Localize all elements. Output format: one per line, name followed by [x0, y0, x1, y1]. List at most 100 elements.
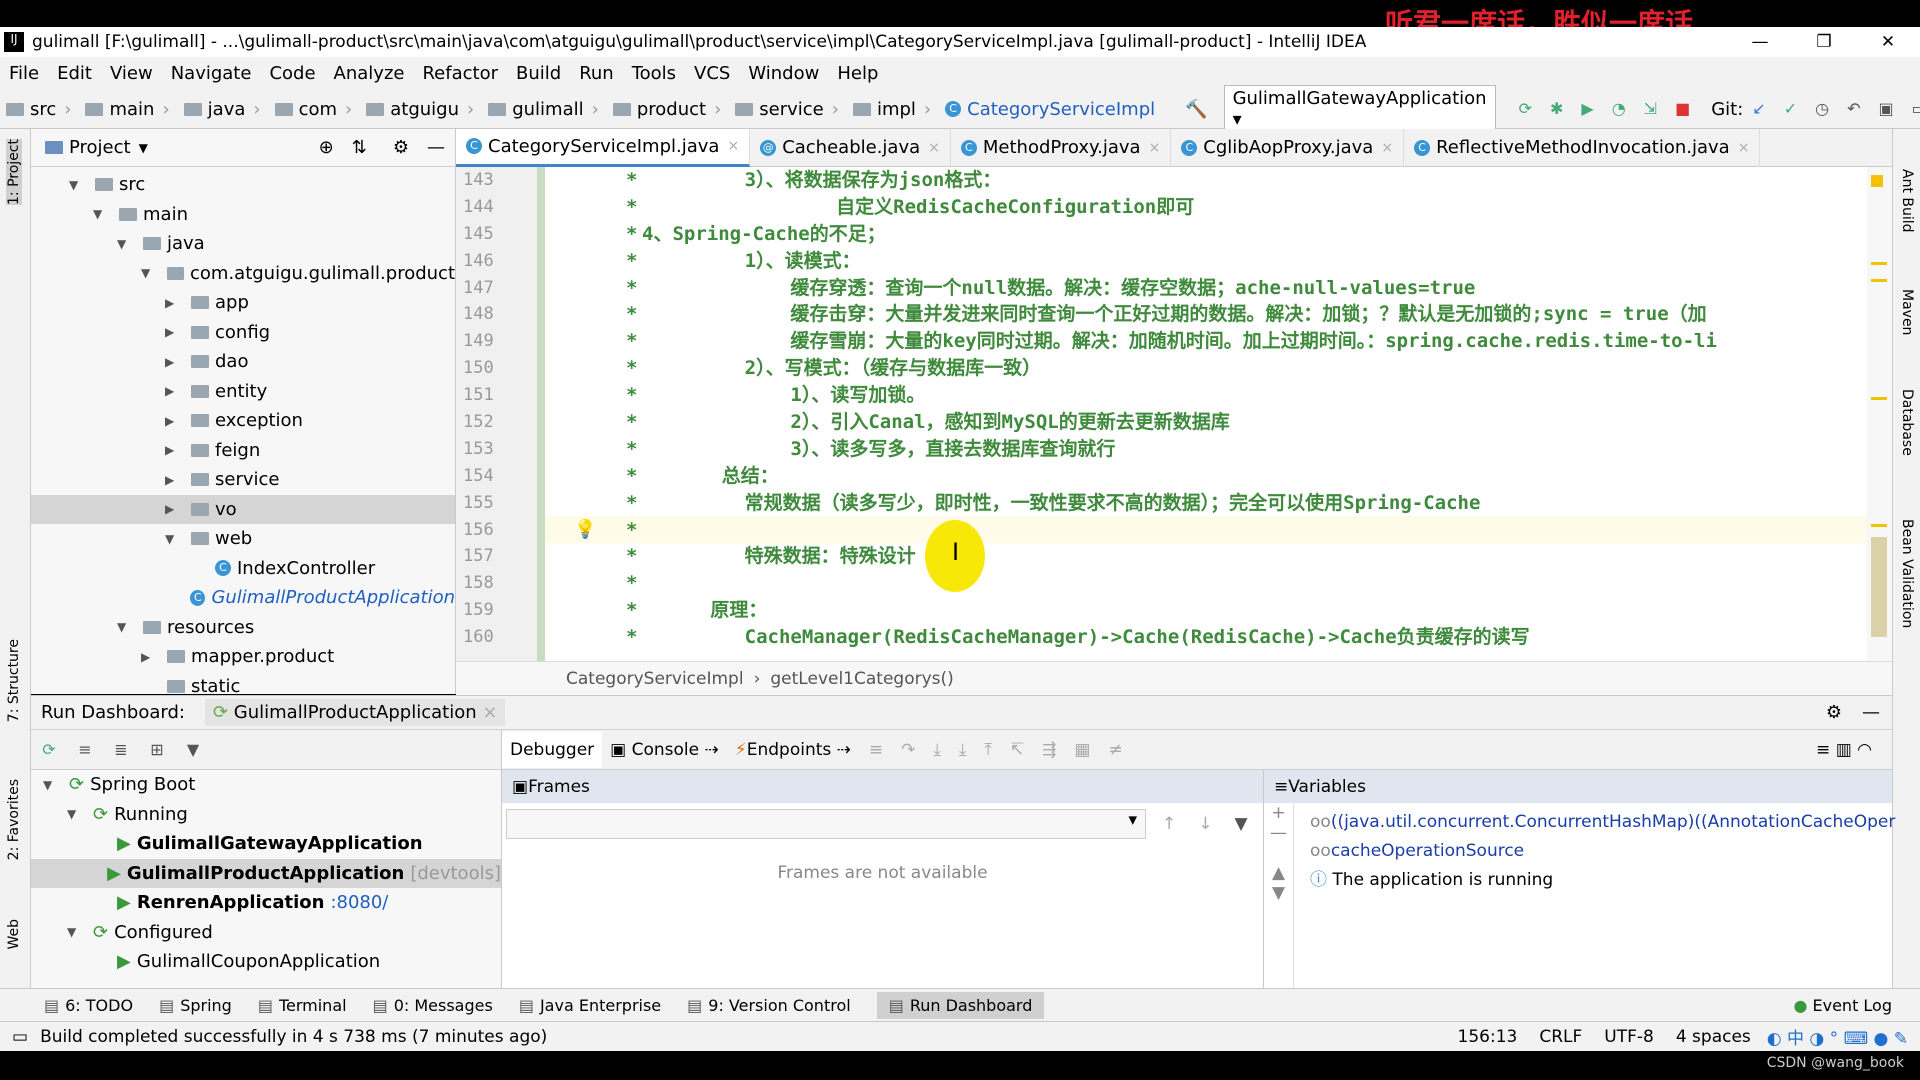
- editor-tab[interactable]: @ Cacheable.java ×: [750, 128, 951, 167]
- tool-favorites[interactable]: 2: Favorites: [6, 779, 22, 860]
- attach-icon[interactable]: ⇲: [1644, 100, 1657, 118]
- chevron-right-icon[interactable]: ▶: [165, 473, 179, 487]
- editor-tab[interactable]: C ReflectiveMethodInvocation.java ×: [1404, 128, 1761, 167]
- close-button[interactable]: ✕: [1856, 32, 1920, 52]
- tab-debugger[interactable]: Debugger: [502, 731, 603, 768]
- collapse-all-icon[interactable]: ≣: [112, 740, 130, 759]
- hide-icon[interactable]: —: [1862, 702, 1880, 723]
- close-tab-icon[interactable]: ×: [1149, 140, 1161, 156]
- group-icon[interactable]: ⊞: [148, 740, 166, 759]
- nav-crumb[interactable]: service ›: [735, 99, 839, 120]
- variable-item[interactable]: oocacheOperationSource: [1310, 837, 1895, 866]
- menu-run[interactable]: Run: [579, 63, 614, 84]
- project-structure-icon[interactable]: ▣: [1878, 100, 1893, 118]
- nav-crumb[interactable]: atguigu ›: [366, 99, 474, 120]
- filter-icon[interactable]: ▼: [1235, 814, 1248, 834]
- filter-icon[interactable]: ▼: [184, 740, 202, 759]
- tree-item[interactable]: ▶ vo: [31, 494, 455, 524]
- chevron-right-icon[interactable]: ▶: [141, 650, 155, 664]
- event-log-button[interactable]: ● Event Log: [1793, 996, 1892, 1015]
- menu-tools[interactable]: Tools: [632, 63, 676, 84]
- bottom-tab[interactable]: ▤ Run Dashboard: [876, 991, 1045, 1019]
- menu-code[interactable]: Code: [269, 63, 315, 84]
- minimize-button[interactable]: —: [1728, 32, 1792, 52]
- layout-icon[interactable]: ▭: [1912, 100, 1920, 118]
- coverage-icon[interactable]: ▶: [1581, 100, 1593, 118]
- nav-crumb[interactable]: C CategoryServiceImpl: [945, 99, 1155, 120]
- rerun-icon[interactable]: ⟳: [1519, 100, 1532, 118]
- code-editor[interactable]: 143 144 145 146 147 148 149 150 151 152 153 154 155 1…: [456, 167, 1892, 661]
- tool-database[interactable]: Database: [1899, 389, 1915, 456]
- chevron-down-icon[interactable]: ▼: [141, 266, 155, 280]
- nav-crumb[interactable]: com ›: [274, 99, 352, 120]
- menu-edit[interactable]: Edit: [57, 63, 92, 84]
- expand-all-icon[interactable]: ≡: [76, 740, 94, 759]
- git-rollback-icon[interactable]: ↶: [1847, 100, 1860, 118]
- thread-select[interactable]: ▾: [506, 809, 1146, 839]
- git-update-icon[interactable]: ↙: [1752, 100, 1765, 118]
- nav-crumb[interactable]: product ›: [612, 99, 721, 120]
- editor-tab[interactable]: C MethodProxy.java ×: [951, 128, 1172, 167]
- tree-item[interactable]: ▼ web: [31, 524, 455, 554]
- bottom-tab[interactable]: ▤ Spring: [159, 996, 232, 1015]
- nav-crumb[interactable]: impl ›: [852, 99, 931, 120]
- breadcrumb-class[interactable]: CategoryServiceImpl: [566, 669, 744, 689]
- tab-console[interactable]: ▣ Console ⇢: [602, 740, 727, 760]
- bottom-tab[interactable]: ▤ Java Enterprise: [519, 996, 661, 1015]
- tool-ant-build[interactable]: Ant Build: [1899, 169, 1915, 233]
- tool-project[interactable]: 1: Project: [6, 139, 22, 205]
- chevron-down-icon[interactable]: ▼: [165, 532, 179, 546]
- nav-crumb[interactable]: src ›: [6, 99, 71, 120]
- menu-vcs[interactable]: VCS: [694, 63, 730, 84]
- gear-icon[interactable]: ⚙: [393, 137, 409, 158]
- project-title[interactable]: Project: [69, 137, 131, 158]
- chevron-right-icon[interactable]: ▶: [165, 355, 179, 369]
- menu-help[interactable]: Help: [837, 63, 878, 84]
- chevron-right-icon[interactable]: ▶: [165, 325, 179, 339]
- line-separator[interactable]: CRLF: [1539, 1027, 1582, 1047]
- file-encoding[interactable]: UTF-8: [1604, 1027, 1654, 1047]
- close-tab-icon[interactable]: ×: [727, 138, 739, 154]
- tree-item[interactable]: C IndexController: [31, 554, 455, 584]
- caret-position[interactable]: 156:13: [1458, 1027, 1518, 1047]
- indent-setting[interactable]: 4 spaces: [1676, 1027, 1751, 1047]
- profile-icon[interactable]: ◔: [1612, 100, 1626, 118]
- tool-web[interactable]: Web: [6, 919, 22, 950]
- collapse-icon[interactable]: ⇅: [352, 137, 367, 158]
- nav-crumb[interactable]: java ›: [183, 99, 261, 120]
- chevron-down-icon[interactable]: ▼: [139, 141, 148, 155]
- menu-navigate[interactable]: Navigate: [171, 63, 252, 84]
- menu-view[interactable]: View: [110, 63, 153, 84]
- chevron-right-icon[interactable]: ▶: [165, 296, 179, 310]
- tree-item[interactable]: ▶ service: [31, 465, 455, 495]
- run-tree-item[interactable]: ▶ GulimallGatewayApplication: [31, 829, 501, 859]
- variable-item[interactable]: oo((java.util.concurrent.ConcurrentHashM…: [1310, 808, 1895, 837]
- bottom-tab[interactable]: ▤ Terminal: [258, 996, 347, 1015]
- chevron-down-icon[interactable]: ▼: [69, 178, 83, 192]
- chevron-right-icon[interactable]: ▶: [165, 384, 179, 398]
- tree-item[interactable]: ▶ entity: [31, 377, 455, 407]
- menu-refactor[interactable]: Refactor: [422, 63, 498, 84]
- close-tab-icon[interactable]: ×: [928, 140, 940, 156]
- gear-icon[interactable]: ⚙: [1826, 702, 1842, 723]
- locate-icon[interactable]: ⊕: [319, 137, 334, 158]
- editor-tab[interactable]: C CategoryServiceImpl.java ×: [456, 128, 751, 167]
- run-dashboard-tab[interactable]: ⟳ GulimallProductApplication ×: [204, 699, 506, 726]
- tree-item[interactable]: ▶ mapper.product: [31, 642, 455, 672]
- run-tree-item[interactable]: ▼ ⟳ Configured: [31, 918, 501, 948]
- git-commit-icon[interactable]: ✓: [1784, 100, 1797, 118]
- menu-analyze[interactable]: Analyze: [334, 63, 405, 84]
- menu-file[interactable]: File: [9, 63, 39, 84]
- breadcrumb-method[interactable]: getLevel1Categorys(): [770, 669, 953, 689]
- run-tree-item[interactable]: ▼ ⟳ Spring Boot: [31, 770, 501, 800]
- tree-item[interactable]: ▼ main: [31, 200, 455, 230]
- tree-item[interactable]: C GulimallProductApplication: [31, 583, 455, 613]
- run-tree-item[interactable]: ▶ RenrenApplication:8080/: [31, 888, 501, 918]
- rerun-icon[interactable]: ⟳: [40, 740, 58, 759]
- tree-item[interactable]: ▼ resources: [31, 613, 455, 643]
- chevron-down-icon[interactable]: ▼: [93, 207, 107, 221]
- menu-build[interactable]: Build: [516, 63, 561, 84]
- tab-endpoints[interactable]: ⚡Endpoints ⇢: [727, 740, 859, 760]
- tree-item[interactable]: ▼ src: [31, 170, 455, 200]
- debug-icon[interactable]: ✱: [1550, 100, 1563, 118]
